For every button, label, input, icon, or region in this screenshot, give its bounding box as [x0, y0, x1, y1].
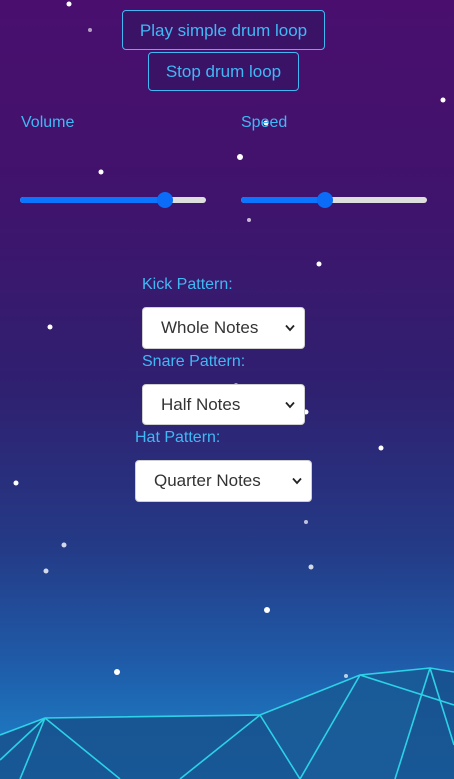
kick-pattern-value: Whole Notes — [161, 318, 259, 337]
volume-label: Volume — [21, 114, 75, 131]
chevron-down-icon — [285, 324, 295, 332]
chevron-down-icon — [292, 477, 302, 485]
speed-slider-fill — [241, 197, 325, 203]
volume-slider[interactable] — [20, 192, 206, 208]
speed-label: Speed — [241, 114, 288, 131]
kick-pattern-select[interactable]: Whole Notes — [142, 307, 305, 349]
hat-pattern-select[interactable]: Quarter Notes — [135, 460, 312, 502]
snare-pattern-value: Half Notes — [161, 394, 241, 414]
snare-pattern-select[interactable]: Half Notes — [142, 384, 305, 425]
speed-slider-thumb[interactable] — [316, 192, 333, 208]
hat-pattern-label: Hat Pattern: — [135, 429, 221, 446]
speed-slider[interactable] — [241, 192, 427, 208]
volume-slider-fill — [20, 197, 166, 203]
play-drum-loop-button[interactable]: Play simple drum loop — [122, 10, 325, 50]
hat-pattern-value: Quarter Notes — [154, 471, 261, 490]
chevron-down-icon — [285, 401, 295, 408]
volume-slider-thumb[interactable] — [157, 192, 174, 208]
stop-drum-loop-button[interactable]: Stop drum loop — [148, 52, 299, 91]
snare-pattern-label: Snare Pattern: — [142, 353, 246, 370]
kick-pattern-label: Kick Pattern: — [142, 276, 233, 293]
